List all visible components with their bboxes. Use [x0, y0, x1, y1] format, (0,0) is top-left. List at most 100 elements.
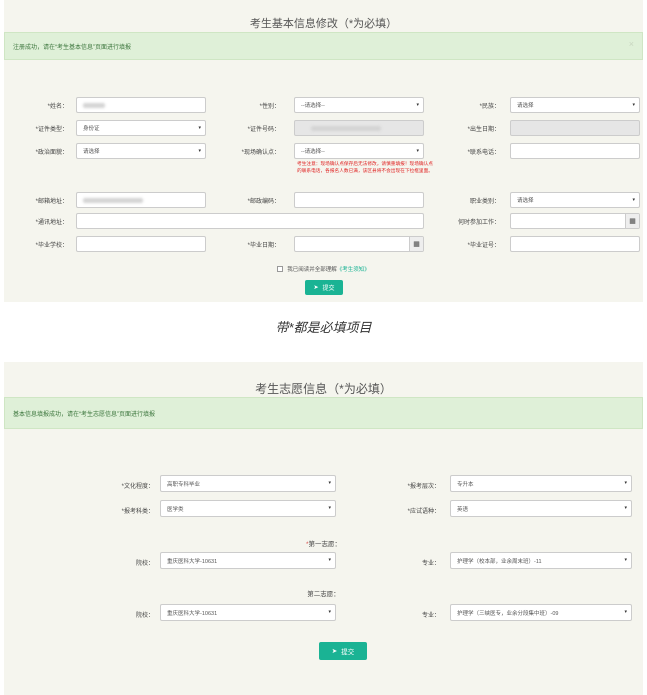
second-major-value: 护理学（三峡医专，业余分段集中班）-09	[457, 610, 559, 617]
chevron-down-icon: ▾	[632, 197, 635, 203]
school-input[interactable]	[76, 236, 206, 252]
political-label: *政治面貌：	[35, 150, 68, 156]
first-choice-heading: *第一志愿：	[0, 538, 647, 548]
chevron-down-icon: ▾	[416, 102, 419, 108]
first-major-value: 护理学（校本部，业余周末班）-11	[457, 558, 542, 565]
chevron-down-icon: ▾	[416, 148, 419, 154]
id-type-label: *证件类型：	[35, 127, 68, 133]
language-select[interactable]: 英语 ▾	[450, 500, 632, 517]
level-select[interactable]: 专升本 ▾	[450, 475, 632, 492]
second-school-value: 重庆医科大学-10631	[167, 610, 218, 617]
success-alert: 注册成功，请在“考生基本信息”页面进行填报 ×	[4, 32, 643, 60]
submit-label: 提交	[341, 649, 355, 656]
education-select[interactable]: 高职专科毕业 ▾	[160, 475, 336, 492]
ethnicity-value: 请选择	[517, 103, 534, 109]
category-value: 医学类	[167, 506, 184, 513]
email-label: *邮箱地址：	[35, 199, 68, 205]
chevron-down-icon: ▾	[328, 480, 331, 486]
education-label: *文化程度：	[121, 484, 154, 490]
postcode-input[interactable]	[294, 192, 424, 208]
second-school-select[interactable]: 重庆医科大学-10631 ▾	[160, 604, 336, 621]
alert-text: 基本信息填报成功，请在“考生志愿信息”页面进行填报	[13, 411, 155, 418]
chevron-down-icon: ▾	[198, 148, 201, 154]
id-number-label: *证件号码：	[247, 127, 280, 133]
postcode-label: *邮政编码：	[247, 199, 280, 205]
level-value: 专升本	[457, 481, 474, 488]
category-label: *报考科类：	[121, 509, 154, 515]
id-type-value: 身份证	[83, 126, 100, 132]
political-select[interactable]: 请选择 ▾	[76, 143, 206, 159]
occupation-value: 请选择	[517, 198, 534, 204]
category-select[interactable]: 医学类 ▾	[160, 500, 336, 517]
birth-date-input[interactable]	[510, 120, 640, 136]
school-label: *毕业学校：	[35, 243, 68, 249]
agreement-row: 我已阅读并全部理解《考生须知》	[4, 265, 643, 273]
ethnicity-select[interactable]: 请选择 ▾	[510, 97, 640, 113]
birth-date-label: *出生日期：	[467, 127, 500, 133]
phone-input[interactable]	[510, 143, 640, 159]
address-input[interactable]	[76, 213, 424, 229]
success-alert: 基本信息填报成功，请在“考生志愿信息”页面进行填报	[4, 397, 643, 429]
second-choice-heading: 第二志愿：	[307, 591, 340, 598]
work-time-input[interactable]: ▦	[510, 213, 640, 229]
agree-checkbox[interactable]	[277, 266, 284, 272]
chevron-down-icon: ▾	[624, 609, 627, 615]
occupation-label: 职业类别：	[469, 199, 500, 205]
site-label: *现场确认点：	[241, 150, 280, 156]
email-input[interactable]	[76, 192, 206, 208]
submit-button[interactable]: ➤ 提交	[319, 642, 367, 660]
id-type-select[interactable]: 身份证 ▾	[76, 120, 206, 136]
basic-info-panel: 考生基本信息修改（*为必填） 注册成功，请在“考生基本信息”页面进行填报 × *…	[4, 0, 643, 302]
cert-no-input[interactable]	[510, 236, 640, 252]
first-major-select[interactable]: 护理学（校本部，业余周末班）-11 ▾	[450, 552, 632, 569]
first-choice-heading-text: 第一志愿：	[308, 541, 342, 548]
id-number-input[interactable]	[294, 120, 424, 136]
chevron-down-icon: ▾	[328, 505, 331, 511]
alert-text: 注册成功，请在“考生基本信息”页面进行填报	[13, 44, 131, 51]
site-select[interactable]: --请选择-- ▾	[294, 143, 424, 159]
work-time-label: 何时参加工作：	[457, 220, 500, 226]
language-label: *应试语种：	[407, 509, 440, 515]
gender-value: --请选择--	[301, 103, 325, 109]
choice-title: 考生志愿信息（*为必填）	[255, 382, 392, 396]
chevron-down-icon: ▾	[328, 557, 331, 563]
chevron-down-icon: ▾	[328, 609, 331, 615]
cert-no-label: *毕业证号：	[467, 243, 500, 249]
second-school-label: 院校：	[135, 613, 154, 619]
grad-date-input[interactable]: ▦	[294, 236, 424, 252]
basic-info-title: 考生基本信息修改（*为必填）	[249, 18, 398, 30]
grad-date-label: *毕业日期：	[247, 243, 280, 249]
submit-button[interactable]: ➤ 提交	[305, 280, 343, 295]
send-icon: ➤	[313, 285, 319, 291]
second-major-label: 专业：	[421, 613, 440, 619]
calendar-icon[interactable]: ▦	[625, 214, 639, 228]
education-value: 高职专科毕业	[167, 481, 201, 488]
chevron-down-icon: ▾	[632, 102, 635, 108]
gender-label: *性别：	[259, 104, 280, 110]
redacted-value	[83, 197, 143, 203]
redacted-value	[83, 102, 105, 108]
notice-link[interactable]: 《考生须知》	[337, 267, 370, 273]
send-icon: ➤	[331, 648, 338, 655]
agree-text: 我已阅读并全部理解	[287, 267, 337, 273]
chevron-down-icon: ▾	[624, 557, 627, 563]
name-input[interactable]	[76, 97, 206, 113]
level-label: *报考层次：	[407, 484, 440, 490]
first-school-value: 重庆医科大学-10631	[167, 558, 218, 565]
address-label: *通讯地址：	[35, 220, 68, 226]
name-label: *姓名：	[47, 104, 68, 110]
calendar-icon[interactable]: ▦	[409, 237, 423, 251]
phone-label: *联系电话：	[467, 150, 500, 156]
political-value: 请选择	[83, 149, 100, 155]
redacted-value	[311, 125, 381, 131]
close-icon[interactable]: ×	[629, 39, 634, 49]
language-value: 英语	[457, 506, 469, 513]
gender-select[interactable]: --请选择-- ▾	[294, 97, 424, 113]
site-warning: 考生注意：现场确认点保存后无法修改，请慎重填报！现场确认点的联系电话，各报名人数…	[297, 161, 433, 173]
occupation-select[interactable]: 请选择 ▾	[510, 192, 640, 208]
first-school-select[interactable]: 重庆医科大学-10631 ▾	[160, 552, 336, 569]
chevron-down-icon: ▾	[624, 505, 627, 511]
second-major-select[interactable]: 护理学（三峡医专，业余分段集中班）-09 ▾	[450, 604, 632, 621]
first-major-label: 专业：	[421, 561, 440, 567]
required-caption: 带*都是必填项目	[275, 320, 372, 335]
